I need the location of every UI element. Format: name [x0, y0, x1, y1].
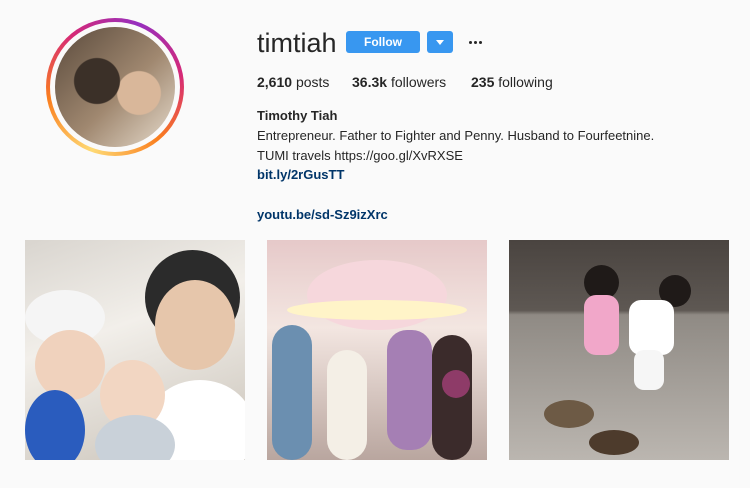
bio-link-bitly[interactable]: bit.ly/2rGusTT [257, 167, 344, 182]
follow-button[interactable]: Follow [346, 31, 420, 53]
followers-stat[interactable]: 36.3k followers [352, 74, 446, 90]
post-thumbnail[interactable] [509, 240, 729, 460]
profile-avatar-ring[interactable] [46, 18, 184, 156]
profile-full-name: Timothy Tiah [257, 108, 338, 123]
suggestions-dropdown-button[interactable] [427, 31, 453, 53]
posts-stat: 2,610 posts [257, 74, 329, 90]
following-count: 235 [471, 74, 495, 90]
bio-line-1: Entrepreneur. Father to Fighter and Penn… [257, 128, 655, 143]
avatar-frame [50, 22, 180, 152]
bio-line-2: TUMI travels https://goo.gl/XvRXSE [257, 148, 463, 163]
posts-label: posts [295, 74, 330, 90]
following-stat[interactable]: 235 following [471, 74, 553, 90]
more-options-icon[interactable] [464, 31, 486, 53]
followers-label: followers [390, 74, 447, 90]
avatar[interactable] [55, 27, 175, 147]
bio-link-youtube[interactable]: youtu.be/sd-Sz9izXrc [257, 207, 388, 222]
profile-username: timtiah [257, 28, 337, 58]
following-label: following [498, 74, 553, 90]
followers-count: 36.3k [352, 74, 388, 90]
post-thumbnail[interactable] [25, 240, 245, 460]
post-thumbnail[interactable] [267, 240, 487, 460]
posts-count: 2,610 [257, 74, 293, 90]
chevron-down-icon [436, 39, 444, 45]
